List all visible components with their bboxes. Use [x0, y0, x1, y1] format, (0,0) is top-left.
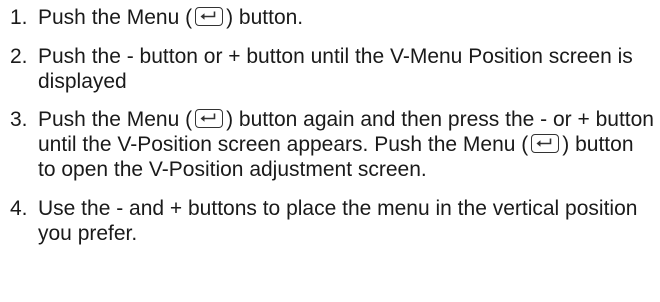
step-text: Use the - and + buttons to place the men… — [38, 197, 638, 245]
instruction-list: 1. Push the Menu ( ) button. 2. Push the … — [10, 5, 655, 246]
enter-arrow-icon — [200, 11, 216, 20]
step-text: Push the Menu ( ) button. — [38, 5, 655, 30]
step-number: 1. — [10, 6, 28, 29]
enter-arrow-icon — [536, 138, 552, 147]
menu-button-icon — [195, 7, 224, 26]
step-text: Push the Menu () button again and then p… — [38, 107, 655, 182]
step-text: Push the - button or + button until the … — [38, 45, 633, 93]
step-text-part: Push the Menu ( — [38, 108, 193, 131]
menu-button-icon — [195, 109, 224, 128]
step-number: 4. — [10, 197, 28, 220]
enter-arrow-icon — [200, 113, 216, 122]
step-number: 3. — [10, 108, 28, 131]
step-1: 1. Push the Menu ( ) button. — [10, 5, 655, 30]
step-4: 4. Use the - and + buttons to place the … — [10, 196, 655, 246]
step-text-part: ) button. — [226, 6, 304, 29]
step-2: 2. Push the - button or + button until t… — [10, 44, 655, 94]
step-text-part: Push the Menu ( — [38, 6, 193, 29]
menu-button-icon — [531, 134, 560, 153]
step-3: 3. Push the Menu () button again and the… — [10, 107, 655, 182]
step-number: 2. — [10, 45, 28, 68]
